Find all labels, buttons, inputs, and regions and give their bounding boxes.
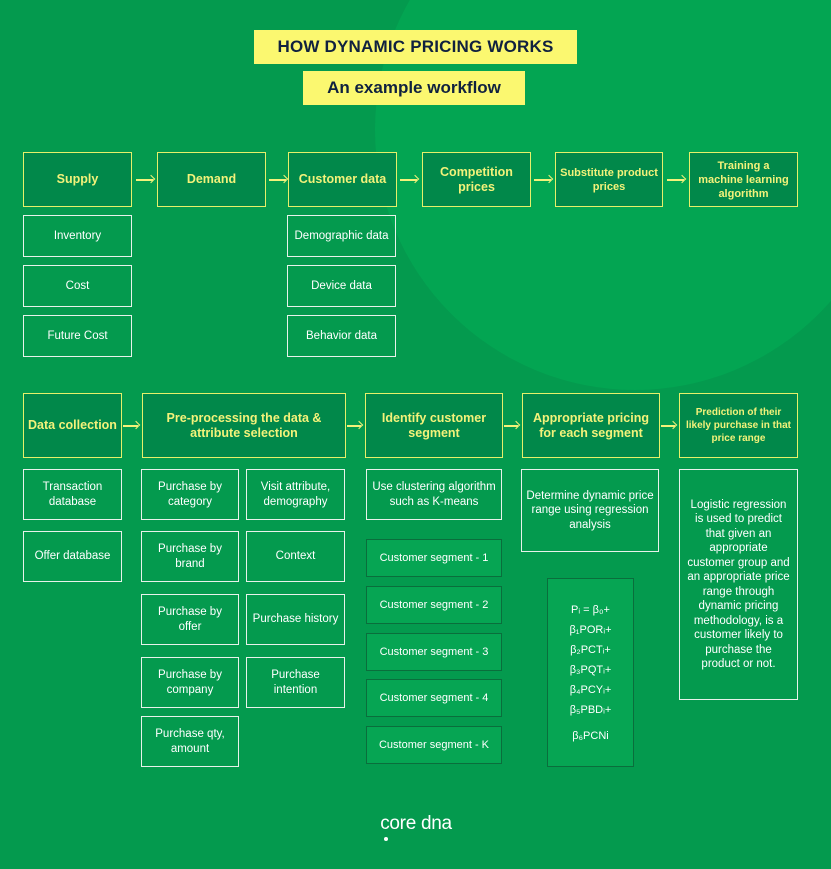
formula-line: β₃PQTᵢ+ <box>569 663 612 676</box>
attr-visit-attribute: Visit attribute, demography <box>246 469 345 520</box>
attr-purchase-category: Purchase by category <box>141 469 239 520</box>
detail-device-data: Device data <box>287 265 396 307</box>
step-preprocessing: Pre-processing the data & attribute sele… <box>142 393 346 458</box>
arrow-right-icon <box>661 425 675 427</box>
formula-line: β₁PORᵢ+ <box>569 623 612 636</box>
attr-purchase-brand: Purchase by brand <box>141 531 239 582</box>
step-substitute-prices: Substitute product prices <box>555 152 663 207</box>
arrow-right-icon <box>347 425 361 427</box>
arrow-right-icon <box>136 179 153 181</box>
customer-segment-4: Customer segment - 4 <box>366 679 502 717</box>
customer-segment-k: Customer segment - K <box>366 726 502 764</box>
attr-purchase-offer: Purchase by offer <box>141 594 239 645</box>
formula-line: β₄PCYᵢ+ <box>569 683 612 696</box>
logo-dot-icon <box>384 837 388 841</box>
arrow-right-icon <box>667 179 684 181</box>
step-supply: Supply <box>23 152 132 207</box>
detail-inventory: Inventory <box>23 215 132 257</box>
arrow-right-icon <box>534 179 551 181</box>
step-identify-segment: Identify customer segment <box>365 393 503 458</box>
coredna-logo: core dna <box>374 813 458 841</box>
step-competition-prices: Competition prices <box>422 152 531 207</box>
formula-line: β₆PCNi <box>572 729 609 742</box>
attr-purchase-intention: Purchase intention <box>246 657 345 708</box>
step-data-collection: Data collection <box>23 393 122 458</box>
customer-segment-3: Customer segment - 3 <box>366 633 502 671</box>
detail-offer-db: Offer database <box>23 531 122 582</box>
step-prediction: Prediction of their likely purchase in t… <box>679 393 798 458</box>
pricing-formula: Pᵢ = β₀+ β₁PORᵢ+ β₂PCTᵢ+ β₃PQTᵢ+ β₄PCYᵢ+… <box>547 578 634 767</box>
arrow-right-icon <box>269 179 286 181</box>
step-customer-data: Customer data <box>288 152 397 207</box>
customer-segment-1: Customer segment - 1 <box>366 539 502 577</box>
logo-text: core dna <box>380 813 452 834</box>
step-appropriate-pricing: Appropriate pricing for each segment <box>522 393 660 458</box>
detail-clustering: Use clustering algorithm such as K-means <box>366 469 502 520</box>
detail-demographic-data: Demographic data <box>287 215 396 257</box>
formula-line: β₂PCTᵢ+ <box>570 643 611 656</box>
arrow-right-icon <box>504 425 518 427</box>
formula-line: β₅PBDᵢ+ <box>569 703 612 716</box>
formula-line: Pᵢ = β₀+ <box>571 603 610 616</box>
detail-behavior-data: Behavior data <box>287 315 396 357</box>
attr-purchase-history: Purchase history <box>246 594 345 645</box>
step-demand: Demand <box>157 152 266 207</box>
detail-transaction-db: Transaction database <box>23 469 122 520</box>
detail-logistic-regression: Logistic regression is used to predict t… <box>679 469 798 700</box>
step-training-ml: Training a machine learning algorithm <box>689 152 798 207</box>
attr-purchase-qty: Purchase qty, amount <box>141 716 239 767</box>
detail-future-cost: Future Cost <box>23 315 132 357</box>
customer-segment-2: Customer segment - 2 <box>366 586 502 624</box>
page-title: HOW DYNAMIC PRICING WORKS <box>254 30 577 64</box>
attr-purchase-company: Purchase by company <box>141 657 239 708</box>
arrow-right-icon <box>123 425 138 427</box>
detail-cost: Cost <box>23 265 132 307</box>
detail-regression: Determine dynamic price range using regr… <box>521 469 659 552</box>
arrow-right-icon <box>400 179 417 181</box>
page-subtitle: An example workflow <box>303 71 525 105</box>
attr-context: Context <box>246 531 345 582</box>
